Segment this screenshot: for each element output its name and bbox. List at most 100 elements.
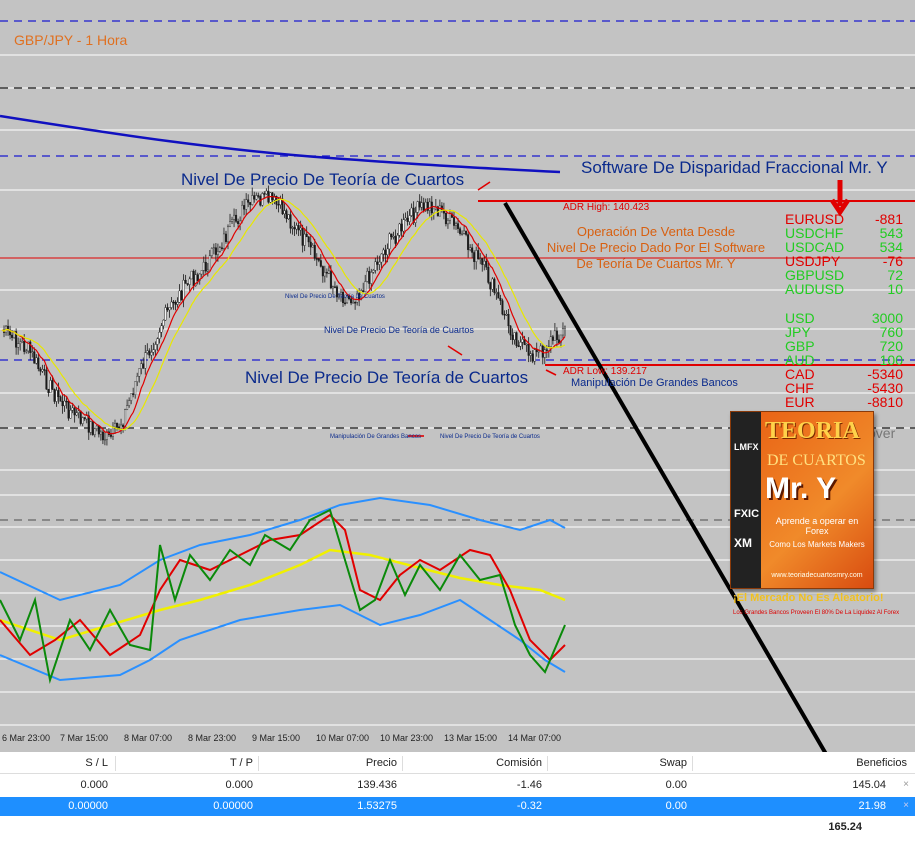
header-divider [692,756,693,771]
trade-row[interactable]: 0.000 0.000 139.436 -1.46 0.00 145.04 × [0,776,915,795]
cell-commission: -0.32 [516,800,542,812]
cell-price: 1.53275 [357,800,397,812]
candle-body [305,233,308,238]
close-trade-icon[interactable]: × [903,800,909,811]
terminal-header-row: S / L T / P Precio Comisión Swap Benefic… [0,754,915,774]
candle-body [299,227,302,231]
annotation-arrow [545,369,557,376]
candle-body [231,219,234,222]
candle-body [455,223,458,226]
strength-row: USDJPY -76 [785,254,903,268]
candle-body [364,281,367,292]
candle-body [263,193,266,195]
candle-body [69,410,72,419]
candle-body [402,219,405,232]
header-commission[interactable]: Comisión [496,757,542,769]
symbol-name: USD [785,310,815,326]
candle-body [287,214,290,220]
candle-body [473,252,476,262]
header-swap[interactable]: Swap [659,757,687,769]
time-axis: 6 Mar 23:00 7 Mar 15:00 8 Mar 07:00 8 Mar 2… [0,730,915,748]
candle-body [311,244,314,248]
candle-body [253,195,256,200]
time-tick-label: 9 Mar 15:00 [252,733,301,743]
symbol-name: CHF [785,380,814,396]
chart-area[interactable]: GBP/JPY - 1 Hora Nivel De Precio De Teor… [0,0,915,752]
candle-body [507,313,510,327]
candle-body [206,269,209,272]
candle-body [255,195,258,200]
candle-body [150,352,153,356]
candle-body [200,270,203,275]
candle-body [61,401,64,407]
candle-body [202,261,205,271]
candle-body [158,331,161,339]
slow-moving-average [1,198,566,431]
candle-body [493,278,496,293]
candle-body [372,270,375,273]
candle-body [487,266,490,283]
candle-body [384,249,387,256]
candle-body [218,247,221,252]
candle-body [475,250,478,262]
candle-body [249,202,252,205]
strength-row: JPY 760 [785,325,903,339]
sell-note-line-2: Nivel De Precio Dado Por El Software [546,240,766,255]
candle-body [503,313,506,316]
disparity-software-title: Software De Disparidad Fraccional Mr. Y [581,158,888,177]
candle-body [285,210,288,220]
down-arrow-icon [829,180,851,217]
strength-row: EURUSD -881 [785,212,903,226]
candle-body [442,210,445,214]
strength-row: CHF -5430 [785,381,903,395]
candle-body [269,192,272,203]
promo-banner[interactable]: LMFX FXIC XM TEORIA DE CUARTOS Mr. Y Apr… [730,411,874,589]
candle-body [154,344,157,350]
candle-body [376,261,379,265]
trade-row[interactable]: 0.00000 0.00000 1.53275 -0.32 0.00 21.98 × [0,797,915,816]
header-tp[interactable]: T / P [230,757,253,769]
symbol-name: EURUSD [785,211,845,227]
candle-body [152,349,155,353]
lower-band [0,598,566,682]
candle-body [243,205,246,210]
candle-body [17,343,20,348]
candle-body [499,297,502,301]
cell-commission: -1.46 [516,779,542,791]
candle-body [49,380,52,393]
candle-body [75,412,78,416]
header-price[interactable]: Precio [366,757,397,769]
close-trade-icon[interactable]: × [903,779,909,790]
trade-terminal[interactable]: S / L T / P Precio Comisión Swap Benefic… [0,752,915,850]
candle-body [277,204,280,206]
symbol-value: 100 [879,352,903,368]
symbol-name: JPY [785,324,811,340]
candle-body [81,417,84,424]
candle-body [553,330,556,341]
candle-body [561,328,564,336]
long-moving-average [0,114,561,174]
total-profit: 165.24 [828,821,862,833]
candle-body [229,221,232,228]
strength-row: USDCAD 534 [785,240,903,254]
cell-swap: 0.00 [665,779,687,791]
quarter-level-label-tiny: Nivel De Precio De Teoría de Cuartos [285,294,385,300]
candle-body [11,334,14,338]
candle-body [31,351,34,353]
header-sl[interactable]: S / L [85,757,108,769]
candle-body [374,261,377,271]
candle-body [65,400,68,403]
candle-body [233,214,236,220]
candle-body [471,247,474,253]
candle-body [495,292,498,294]
candle-body [463,230,466,234]
cell-tp: 0.00000 [213,800,253,812]
candle-body [370,272,373,284]
time-tick-label: 6 Mar 23:00 [2,733,51,743]
candle-body [519,341,522,347]
pair-disparity-table: EURUSD -881 USDCHF 543 USDCAD 534 USDJPY -76 GBP… [785,212,903,296]
symbol-value: 3000 [871,310,903,326]
candle-body [366,270,369,282]
header-profit[interactable]: Beneficios [856,757,907,769]
candle-body [126,405,129,410]
